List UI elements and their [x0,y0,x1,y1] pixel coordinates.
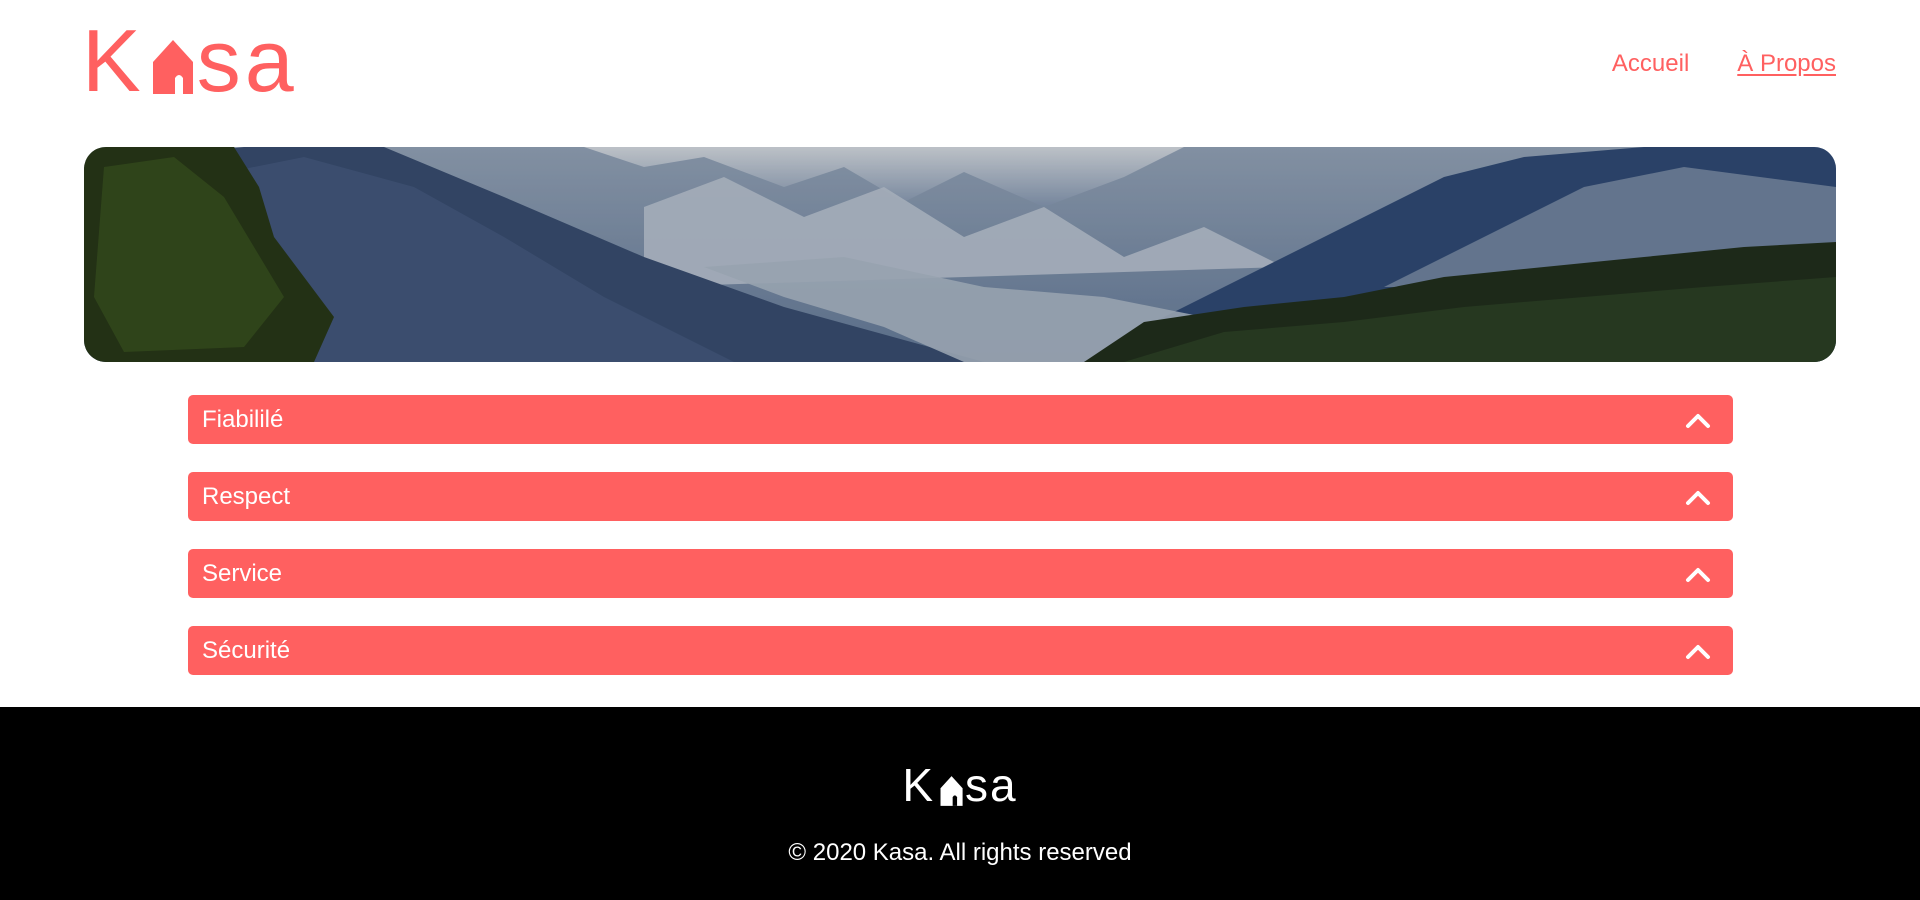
chevron-up-icon[interactable] [1685,411,1711,429]
accordion-title: Service [202,559,283,587]
house-icon [152,40,193,94]
accordion-item-respect[interactable]: Respect [188,472,1733,521]
chevron-up-icon[interactable] [1685,565,1711,583]
copyright-text: © 2020 Kasa. All rights reserved [788,839,1132,866]
logo-text-right: sa [196,11,298,110]
about-page: K sa Accueil À Propos Fiabililé Respect … [0,0,1920,900]
site-header: K sa Accueil À Propos [0,0,1920,130]
accordion-item-fiabilite[interactable]: Fiabililé [188,395,1733,444]
main-nav: Accueil À Propos [1612,50,1836,78]
accordion-title: Fiabililé [202,405,284,433]
accordion-title: Sécurité [202,636,291,664]
about-banner [84,147,1836,362]
nav-link-a-propos[interactable]: À Propos [1737,50,1836,78]
accordion-title: Respect [202,482,291,510]
nav-link-accueil[interactable]: Accueil [1612,50,1689,78]
accordion-item-service[interactable]: Service [188,549,1733,598]
logo-text-left: K [82,11,145,110]
chevron-up-icon[interactable] [1685,642,1711,660]
house-icon [940,776,963,806]
footer-logo: K sa [0,759,1920,811]
footer-logo-text-right: sa [965,759,1018,811]
accordion-item-securite[interactable]: Sécurité [188,626,1733,675]
values-accordion: Fiabililé Respect Service Sécurité [188,395,1733,703]
site-footer: K sa [0,707,1920,900]
kasa-logo[interactable]: K sa [82,11,298,110]
mountain-landscape-image [84,147,1836,362]
chevron-up-icon[interactable] [1685,488,1711,506]
footer-logo-text-left: K [902,759,936,811]
